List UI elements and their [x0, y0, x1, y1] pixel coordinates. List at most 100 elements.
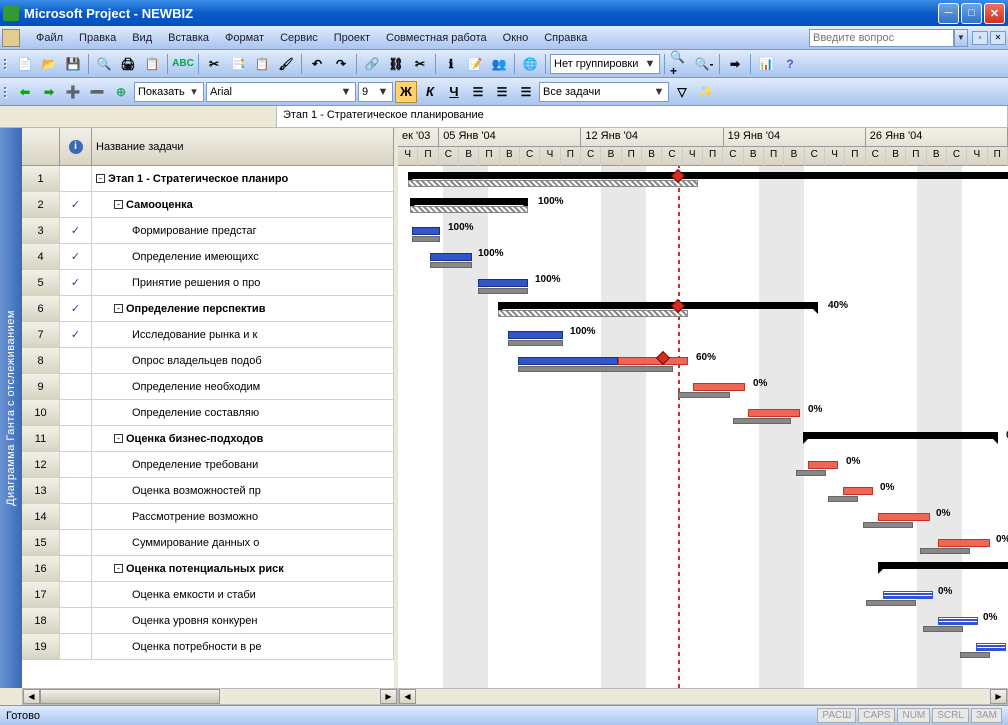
gantt-bar[interactable]: [828, 496, 858, 502]
prev-button[interactable]: ⬅: [14, 81, 36, 103]
task-name-column-header[interactable]: Название задачи: [92, 128, 394, 165]
info-column-header[interactable]: i: [60, 128, 92, 165]
gantt-bar[interactable]: [410, 206, 528, 213]
row-number[interactable]: 16: [22, 556, 60, 581]
menu-tools[interactable]: Сервис: [272, 29, 326, 47]
menu-window[interactable]: Окно: [495, 29, 537, 47]
gantt-bar[interactable]: [478, 279, 528, 287]
gantt-bar[interactable]: [430, 253, 472, 261]
task-name-cell[interactable]: Исследование рынка и к: [92, 322, 394, 347]
collapse-icon[interactable]: -: [114, 434, 123, 443]
menu-view[interactable]: Вид: [124, 29, 160, 47]
unlink-button[interactable]: ⛓: [385, 53, 407, 75]
gantt-bar[interactable]: [410, 198, 528, 205]
menu-file[interactable]: Файл: [28, 29, 71, 47]
table-row[interactable]: 11-Оценка бизнес-подходов: [22, 426, 394, 452]
table-row[interactable]: 15 Суммирование данных о: [22, 530, 394, 556]
font-combo[interactable]: Arial▼: [206, 82, 356, 102]
gantt-bar[interactable]: [693, 383, 745, 391]
row-number[interactable]: 13: [22, 478, 60, 503]
spellcheck-button[interactable]: ABC: [172, 53, 194, 75]
gantt-bar[interactable]: [843, 487, 873, 495]
autofilter-button[interactable]: ▽: [671, 81, 693, 103]
zoom-in-button[interactable]: 🔍+: [669, 53, 691, 75]
gantt-bar[interactable]: [878, 562, 1008, 569]
task-name-cell[interactable]: Оценка потребности в ре: [92, 634, 394, 659]
zoom-out-button[interactable]: 🔍-: [693, 53, 715, 75]
row-number[interactable]: 17: [22, 582, 60, 607]
row-number[interactable]: 6: [22, 296, 60, 321]
gantt-bar[interactable]: [863, 522, 913, 528]
row-number[interactable]: 2: [22, 192, 60, 217]
collapse-icon[interactable]: -: [96, 174, 105, 183]
scroll-right-button[interactable]: ▶: [380, 689, 397, 704]
gantt-bar[interactable]: [498, 310, 688, 317]
task-name-cell[interactable]: Суммирование данных о: [92, 530, 394, 555]
collapse-icon[interactable]: -: [114, 200, 123, 209]
gantt-bar[interactable]: [976, 643, 1006, 651]
table-row[interactable]: 8Опрос владельцев подоб: [22, 348, 394, 374]
help-dropdown[interactable]: ▼: [954, 29, 968, 47]
wizard-button[interactable]: ✨: [695, 81, 717, 103]
close-child-button[interactable]: ✕: [990, 31, 1006, 45]
open-button[interactable]: 📂: [38, 53, 60, 75]
collapse-icon[interactable]: -: [114, 564, 123, 573]
filter-combo[interactable]: Все задачи▼: [539, 82, 669, 102]
row-number[interactable]: 15: [22, 530, 60, 555]
preview-button[interactable]: 📋: [141, 53, 163, 75]
save-button[interactable]: 💾: [62, 53, 84, 75]
gantt-bar[interactable]: [478, 288, 528, 294]
italic-button[interactable]: К: [419, 81, 441, 103]
gantt-bar[interactable]: [938, 617, 978, 625]
gantt-bar[interactable]: [430, 262, 472, 268]
gantt-bar[interactable]: [923, 626, 963, 632]
close-button[interactable]: ✕: [984, 3, 1005, 24]
goto-button[interactable]: ➡: [724, 53, 746, 75]
table-row[interactable]: 9Определение необходим: [22, 374, 394, 400]
excel-button[interactable]: 📊: [755, 53, 777, 75]
gantt-bar[interactable]: [508, 340, 563, 346]
gantt-bar[interactable]: [412, 227, 440, 235]
task-name-cell[interactable]: Рассмотрение возможно: [92, 504, 394, 529]
gantt-bar[interactable]: [803, 432, 998, 439]
assign-button[interactable]: 👥: [488, 53, 510, 75]
task-name-cell[interactable]: Опрос владельцев подоб: [92, 348, 394, 373]
info-button[interactable]: ℹ: [440, 53, 462, 75]
help-search-input[interactable]: [809, 29, 954, 47]
underline-button[interactable]: Ч: [443, 81, 465, 103]
task-name-cell[interactable]: Определение составляю: [92, 400, 394, 425]
table-row[interactable]: 18 Оценка уровня конкурен: [22, 608, 394, 634]
task-name-cell[interactable]: -Этап 1 - Стратегическое планиро: [92, 166, 394, 191]
print-button[interactable]: 🖨: [117, 53, 139, 75]
row-number[interactable]: 19: [22, 634, 60, 659]
bold-button[interactable]: Ж: [395, 81, 417, 103]
task-name-cell[interactable]: Принятие решения о про: [92, 270, 394, 295]
table-row[interactable]: 10Определение составляю: [22, 400, 394, 426]
restore-child-button[interactable]: ▫: [972, 31, 988, 45]
scroll-right-button[interactable]: ▶: [990, 689, 1007, 704]
search-button[interactable]: 🔍: [93, 53, 115, 75]
row-number[interactable]: 18: [22, 608, 60, 633]
task-name-cell[interactable]: Оценка уровня конкурен: [92, 608, 394, 633]
table-row[interactable]: 6✓-Определение перспектив: [22, 296, 394, 322]
task-name-cell[interactable]: Формирование предстаг: [92, 218, 394, 243]
gantt-bar[interactable]: [518, 357, 618, 365]
gantt-bar[interactable]: [678, 392, 730, 398]
gantt-bar[interactable]: [878, 513, 930, 521]
gantt-hscroll[interactable]: ◀ ▶: [398, 688, 1008, 705]
maximize-button[interactable]: □: [961, 3, 982, 24]
table-row[interactable]: 13Оценка возможностей пр: [22, 478, 394, 504]
menu-help[interactable]: Справка: [536, 29, 595, 47]
gantt-bar[interactable]: [748, 409, 800, 417]
redo-button[interactable]: ↷: [330, 53, 352, 75]
new-button[interactable]: 📄: [14, 53, 36, 75]
scroll-left-button[interactable]: ◀: [399, 689, 416, 704]
table-row[interactable]: 14Рассмотрение возможно: [22, 504, 394, 530]
collapse-icon[interactable]: -: [114, 304, 123, 313]
row-number[interactable]: 1: [22, 166, 60, 191]
indent-button[interactable]: ➖: [86, 81, 108, 103]
paste-button[interactable]: 📋: [251, 53, 273, 75]
table-row[interactable]: 16-Оценка потенциальных риск: [22, 556, 394, 582]
table-row[interactable]: 4✓Определение имеющихс: [22, 244, 394, 270]
font-size-combo[interactable]: 9▼: [358, 82, 393, 102]
